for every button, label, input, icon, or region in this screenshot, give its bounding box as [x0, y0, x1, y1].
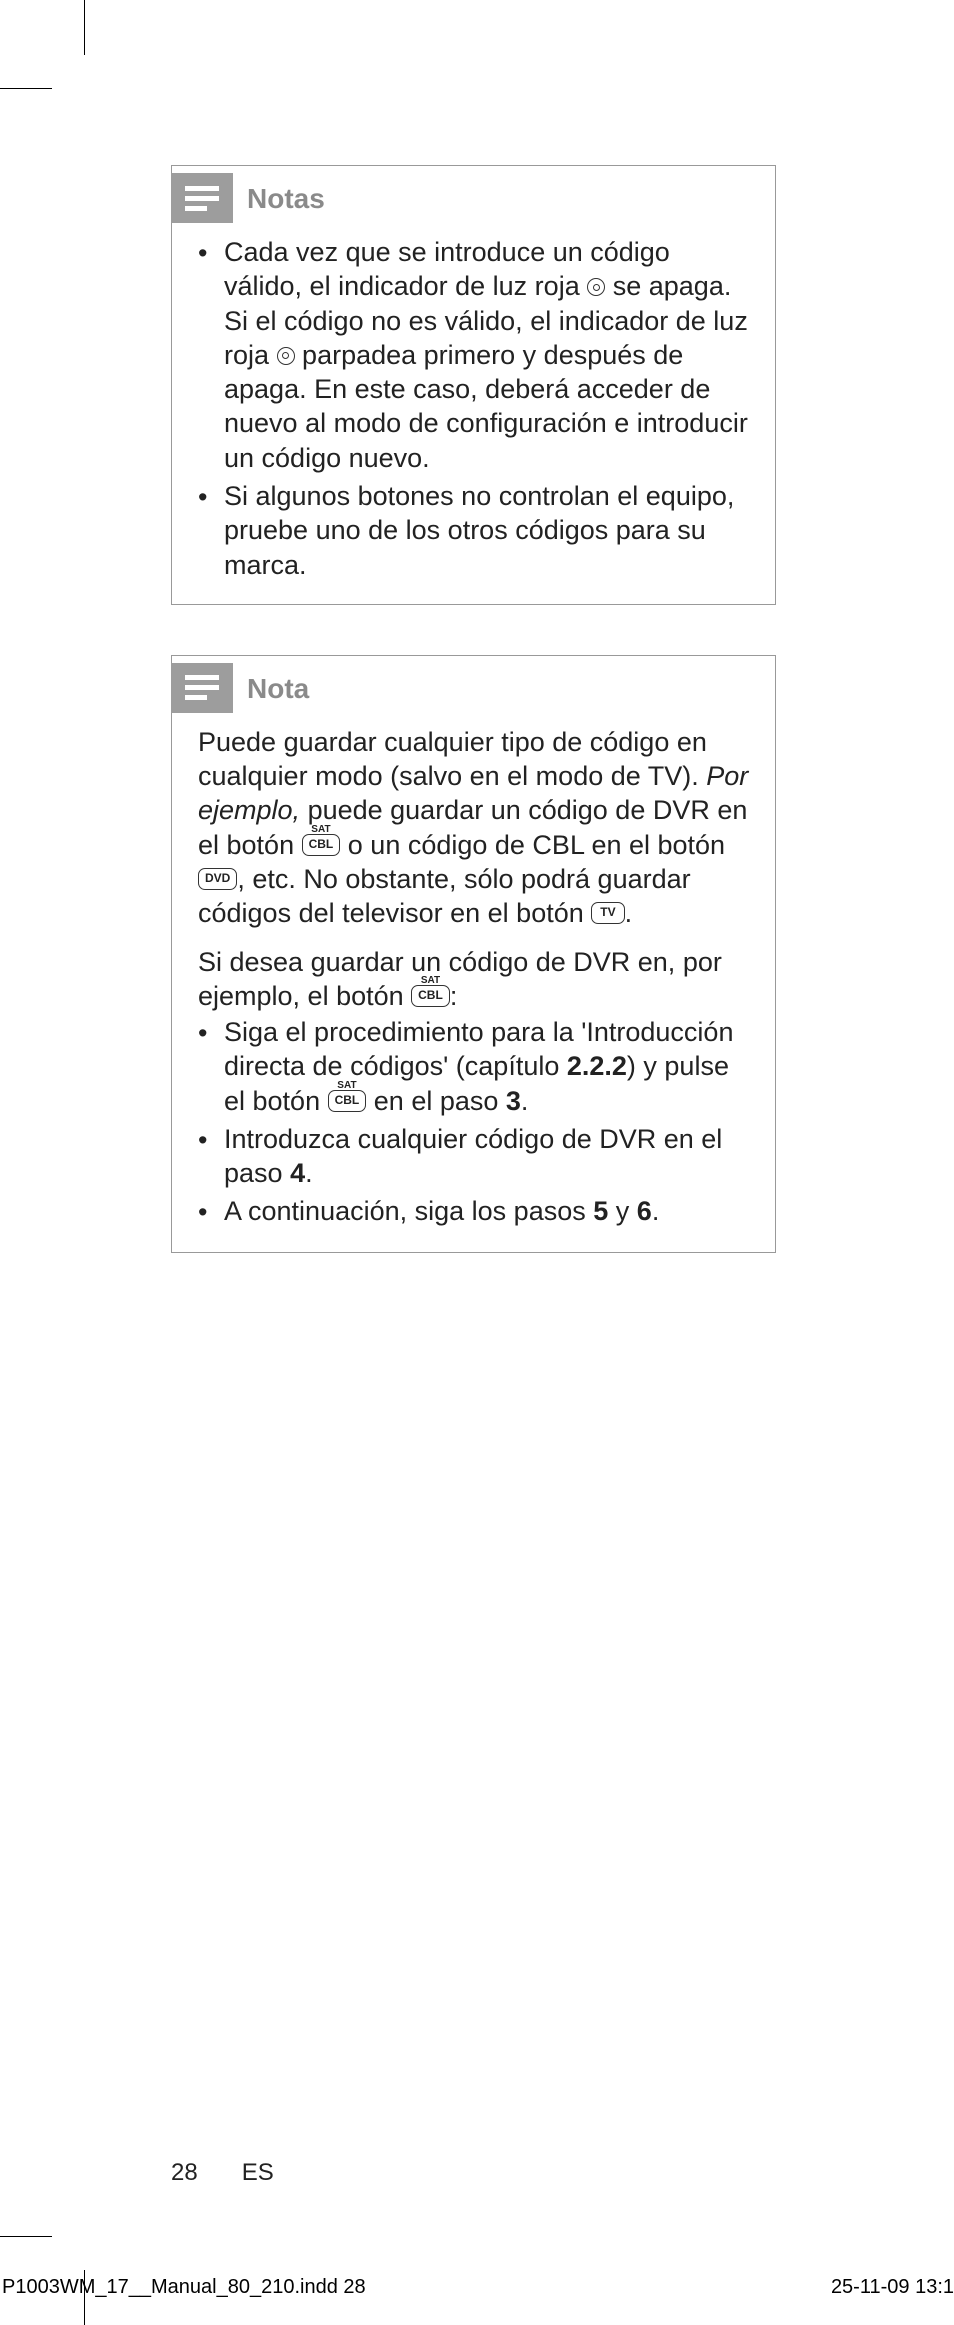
- list-item: • Siga el procedimiento para la 'Introdu…: [198, 1015, 753, 1118]
- dvd-button-icon: DVD: [198, 868, 237, 890]
- nota-para-1: Puede guardar cualquier tipo de código e…: [198, 725, 753, 931]
- list-item: • Si algunos botones no controlan el equ…: [198, 479, 753, 582]
- nota-header: Nota: [172, 656, 775, 721]
- page-frame: Notas • Cada vez que se introduce un cód…: [86, 90, 954, 2235]
- page-footer: 28 ES: [171, 2159, 274, 2187]
- slug-date: 25-11-09 13:1: [831, 2276, 954, 2299]
- bullet-icon: •: [198, 1122, 206, 1191]
- nota-body: Puede guardar cualquier tipo de código e…: [172, 721, 775, 1252]
- record-icon: [277, 347, 295, 365]
- notas-body: • Cada vez que se introduce un código vá…: [172, 231, 775, 604]
- cbl-sat-button-icon: CBL: [328, 1090, 367, 1112]
- bullet-icon: •: [198, 479, 206, 582]
- bullet-icon: •: [198, 1194, 206, 1229]
- cropmark: [84, 0, 85, 55]
- cropmark: [0, 88, 52, 89]
- bullet-icon: •: [198, 235, 206, 475]
- nota-item-1: Siga el procedimiento para la 'Introducc…: [224, 1015, 753, 1118]
- nota-item-2: Introduzca cualquier código de DVR en el…: [224, 1122, 753, 1191]
- nota-box: Nota Puede guardar cualquier tipo de cód…: [171, 655, 776, 1253]
- slug-file: P1003WM_17__Manual_80_210.indd 28: [2, 2276, 366, 2299]
- record-icon: [587, 278, 605, 296]
- nota-para-2: Si desea guardar un código de DVR en, po…: [198, 945, 753, 1014]
- page-number: 28: [171, 2159, 198, 2187]
- notas-item-2: Si algunos botones no controlan el equip…: [224, 479, 753, 582]
- notas-box: Notas • Cada vez que se introduce un cód…: [171, 165, 776, 605]
- list-item: • Cada vez que se introduce un código vá…: [198, 235, 753, 475]
- notas-title: Notas: [247, 181, 325, 217]
- nota-title: Nota: [247, 671, 309, 707]
- cbl-sat-button-icon: CBL: [411, 985, 450, 1007]
- slug-line: P1003WM_17__Manual_80_210.indd 28 25-11-…: [0, 2276, 954, 2299]
- cropmark: [0, 2236, 52, 2237]
- note-icon: [171, 663, 233, 713]
- tv-button-icon: TV: [591, 902, 624, 924]
- notas-header: Notas: [172, 166, 775, 231]
- list-item: • A continuación, siga los pasos 5 y 6.: [198, 1194, 753, 1229]
- cbl-sat-button-icon: CBL: [302, 834, 341, 856]
- nota-item-3: A continuación, siga los pasos 5 y 6.: [224, 1194, 659, 1229]
- page-lang: ES: [242, 2159, 274, 2187]
- note-icon: [171, 173, 233, 223]
- list-item: • Introduzca cualquier código de DVR en …: [198, 1122, 753, 1191]
- notas-item-1: Cada vez que se introduce un código váli…: [224, 235, 753, 475]
- content-area: Notas • Cada vez que se introduce un cód…: [86, 90, 806, 1253]
- bullet-icon: •: [198, 1015, 206, 1118]
